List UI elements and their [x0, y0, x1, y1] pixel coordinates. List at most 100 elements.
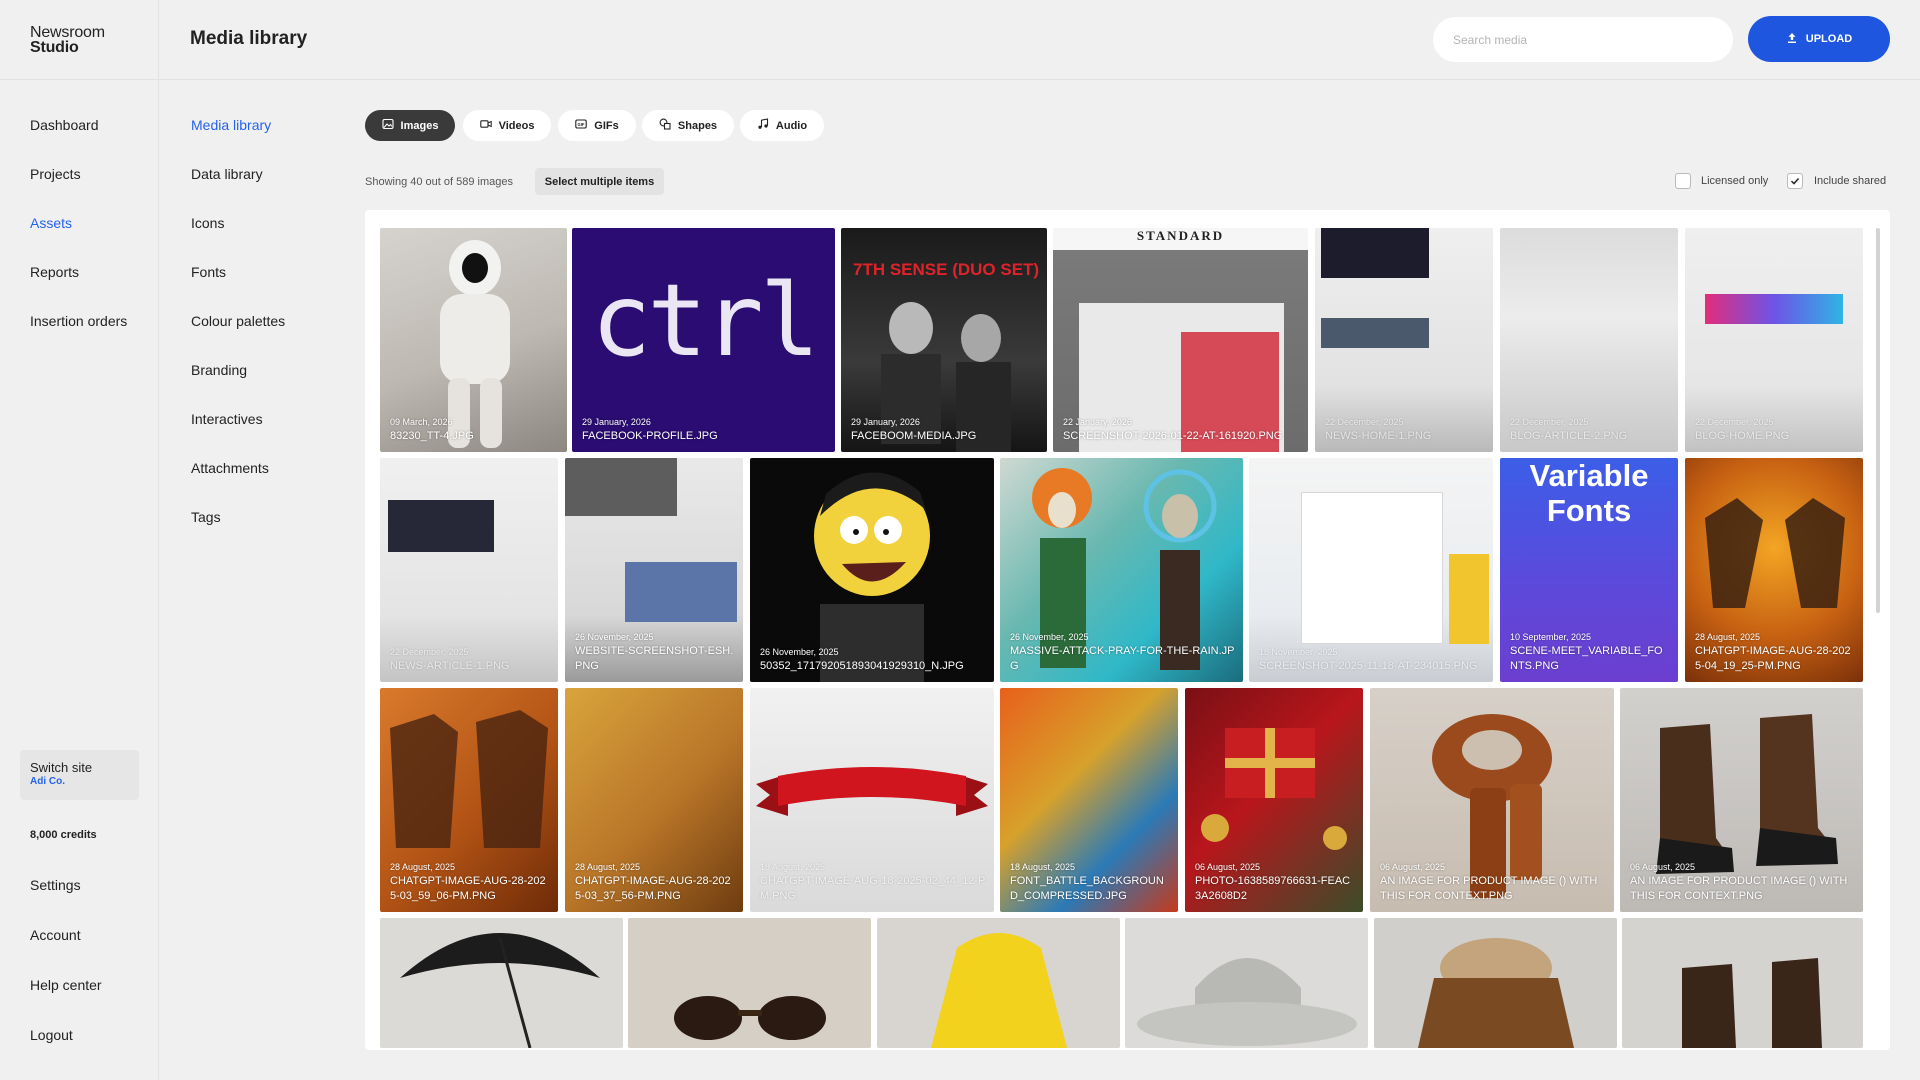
media-tile[interactable]: 22 December, 2025 NEWS-HOME-1.PNG	[1315, 228, 1493, 452]
subnav-branding[interactable]: Branding	[191, 362, 247, 378]
tile-date: 28 August, 2025	[1695, 632, 1761, 642]
nav-item-insertion-orders[interactable]: Insertion orders	[30, 313, 127, 329]
logo[interactable]: Newsroom Studio	[30, 25, 105, 56]
subnav-tags[interactable]: Tags	[191, 509, 221, 525]
tile-date: 06 August, 2025	[1380, 862, 1446, 872]
media-tile[interactable]: 28 August, 2025 CHATGPT-IMAGE-AUG-28-202…	[565, 688, 743, 912]
tile-meta: 06 August, 2025 AN IMAGE FOR PRODUCT IMA…	[1380, 862, 1606, 904]
shapes-icon	[659, 118, 671, 133]
tile-meta: 06 August, 2025 PHOTO-1638589766631-FEAC…	[1195, 862, 1355, 904]
grid-scrollbar[interactable]	[1876, 228, 1880, 613]
media-tile[interactable]: 26 November, 2025 MASSIVE-ATTACK-PRAY-FO…	[1000, 458, 1243, 682]
subnav-media-library[interactable]: Media library	[191, 117, 271, 133]
media-tile[interactable]	[1125, 918, 1368, 1048]
tab-label: Images	[400, 119, 439, 132]
current-site-name: Adi Co.	[30, 776, 65, 787]
media-tile[interactable]: 09 March, 2026 83230_TT-4.JPG	[380, 228, 567, 452]
switch-site-button[interactable]: Switch site Adi Co.	[20, 750, 139, 800]
licensed-only-checkbox[interactable]	[1675, 173, 1691, 189]
upload-button[interactable]: UPLOAD	[1748, 16, 1890, 62]
media-tile[interactable]: 18 August, 2025 FONT_BATTLE_BACKGROUND_C…	[1000, 688, 1178, 912]
tile-meta: 06 August, 2025 AN IMAGE FOR PRODUCT IMA…	[1630, 862, 1855, 904]
nav-item-assets[interactable]: Assets	[30, 215, 72, 231]
media-tile[interactable]: 26 November, 2025 50352_1717920518930419…	[750, 458, 994, 682]
tile-meta: 22 January, 2026 SCREENSHOT-2026-01-22-A…	[1063, 417, 1300, 444]
nav-item-reports[interactable]: Reports	[30, 264, 79, 280]
media-tile[interactable]: 06 August, 2025 AN IMAGE FOR PRODUCT IMA…	[1620, 688, 1863, 912]
tile-meta: 26 November, 2025 WEBSITE-SCREENSHOT-ESH…	[575, 632, 735, 674]
tab-shapes[interactable]: Shapes	[642, 110, 734, 141]
media-tile[interactable]: 28 August, 2025 CHATGPT-IMAGE-AUG-28-202…	[1685, 458, 1863, 682]
screenshot-thumbnail	[625, 562, 737, 622]
tile-date: 06 August, 2025	[1195, 862, 1261, 872]
tile-date: 29 January, 2026	[582, 417, 651, 427]
subnav-interactives[interactable]: Interactives	[191, 411, 263, 427]
video-icon	[479, 118, 492, 133]
media-tile[interactable]: 22 December, 2025 BLOG-ARTICLE-2.PNG	[1500, 228, 1678, 452]
media-tile[interactable]: 18 November, 2025 SCREENSHOT-2025-11-18-…	[1249, 458, 1493, 682]
nav-item-logout[interactable]: Logout	[30, 1027, 73, 1043]
nav-item-dashboard[interactable]: Dashboard	[30, 117, 99, 133]
tile-meta: 29 January, 2026 FACEBOOK-PROFILE.JPG	[582, 417, 827, 444]
tile-filename: AN IMAGE FOR PRODUCT IMAGE () WITH THIS …	[1630, 875, 1848, 902]
media-tile[interactable]: 26 November, 2025 WEBSITE-SCREENSHOT-ESH…	[565, 458, 743, 682]
tile-meta: 22 December, 2025 NEWS-ARTICLE-1.PNG	[390, 647, 550, 674]
media-tile[interactable]: 06 August, 2025 AN IMAGE FOR PRODUCT IMA…	[1370, 688, 1614, 912]
nav-item-projects[interactable]: Projects	[30, 166, 81, 182]
media-tile[interactable]	[1622, 918, 1863, 1048]
tile-date: 18 August, 2025	[760, 862, 826, 872]
tile-filename: CHATGPT-IMAGE-AUG-18-2025-02_44_12-PM.PN…	[760, 875, 986, 902]
music-icon	[757, 118, 769, 133]
search-input[interactable]	[1433, 17, 1733, 62]
tab-label: Videos	[498, 119, 535, 132]
tile-filename: CHATGPT-IMAGE-AUG-28-2025-04_19_25-PM.PN…	[1695, 645, 1851, 672]
page-title: Media library	[190, 28, 308, 49]
tile-meta: 18 August, 2025 FONT_BATTLE_BACKGROUND_C…	[1010, 862, 1170, 904]
media-tile[interactable]: 28 August, 2025 CHATGPT-IMAGE-AUG-28-202…	[380, 688, 558, 912]
tile-date: 26 November, 2025	[575, 632, 654, 642]
include-shared-checkbox[interactable]	[1787, 173, 1803, 189]
media-tile[interactable]: 22 December, 2025 NEWS-ARTICLE-1.PNG	[380, 458, 558, 682]
nav-item-help-center[interactable]: Help center	[30, 977, 102, 993]
media-tile[interactable]: STANDARD 22 January, 2026 SCREENSHOT-202…	[1053, 228, 1308, 452]
screenshot-thumbnail	[565, 458, 677, 516]
tile-date: 28 August, 2025	[575, 862, 641, 872]
media-tile[interactable]	[380, 918, 623, 1048]
tile-filename: AN IMAGE FOR PRODUCT IMAGE () WITH THIS …	[1380, 875, 1598, 902]
media-tile[interactable]	[1374, 918, 1617, 1048]
raincoat-photo-thumbnail	[931, 933, 1067, 1048]
subnav-icons[interactable]: Icons	[191, 215, 224, 231]
media-tile[interactable]: ctrl 29 January, 2026 FACEBOOK-PROFILE.J…	[572, 228, 835, 452]
tile-filename: SCENE-MEET_VARIABLE_FONTS.PNG	[1510, 645, 1663, 672]
tile-filename: FONT_BATTLE_BACKGROUND_COMPRESSED.JPG	[1010, 875, 1164, 902]
tab-gifs[interactable]: GIF GIFs	[558, 110, 636, 141]
sunglasses-photo-thumbnail	[674, 996, 826, 1040]
tile-date: 18 August, 2025	[1010, 862, 1076, 872]
tab-videos[interactable]: Videos	[463, 110, 551, 141]
media-tile[interactable]: 22 December, 2025 BLOG-HOME.PNG	[1685, 228, 1863, 452]
boots-photo-thumbnail	[1682, 958, 1822, 1048]
subnav-data-library[interactable]: Data library	[191, 166, 263, 182]
media-grid: 09 March, 2026 83230_TT-4.JPG ctrl 29 Ja…	[365, 210, 1890, 1050]
media-tile[interactable]	[877, 918, 1120, 1048]
select-multiple-button[interactable]: Select multiple items	[535, 168, 664, 195]
nav-item-account[interactable]: Account	[30, 927, 81, 943]
media-tile[interactable]: 7TH SENSE (DUO SET) 29 January, 2026 FAC…	[841, 228, 1047, 452]
divider	[0, 79, 159, 80]
tile-meta: 26 November, 2025 MASSIVE-ATTACK-PRAY-FO…	[1010, 632, 1235, 674]
media-tile[interactable]: 18 August, 2025 CHATGPT-IMAGE-AUG-18-202…	[750, 688, 994, 912]
tile-meta: 28 August, 2025 CHATGPT-IMAGE-AUG-28-202…	[575, 862, 735, 904]
subnav-colour-palettes[interactable]: Colour palettes	[191, 313, 285, 329]
nav-item-settings[interactable]: Settings	[30, 877, 81, 893]
tile-filename: NEWS-ARTICLE-1.PNG	[390, 660, 510, 672]
subnav-fonts[interactable]: Fonts	[191, 264, 226, 280]
media-tile[interactable]	[628, 918, 871, 1048]
tab-audio[interactable]: Audio	[740, 110, 824, 141]
screenshot-thumbnail	[388, 500, 494, 552]
tile-filename: SCREENSHOT-2025-11-18-AT-234015.PNG	[1259, 660, 1478, 672]
image-icon	[381, 118, 394, 133]
media-tile[interactable]: Variable Fonts 10 September, 2025 SCENE-…	[1500, 458, 1678, 682]
subnav-attachments[interactable]: Attachments	[191, 460, 269, 476]
media-tile[interactable]: 06 August, 2025 PHOTO-1638589766631-FEAC…	[1185, 688, 1363, 912]
tab-images[interactable]: Images	[365, 110, 455, 141]
